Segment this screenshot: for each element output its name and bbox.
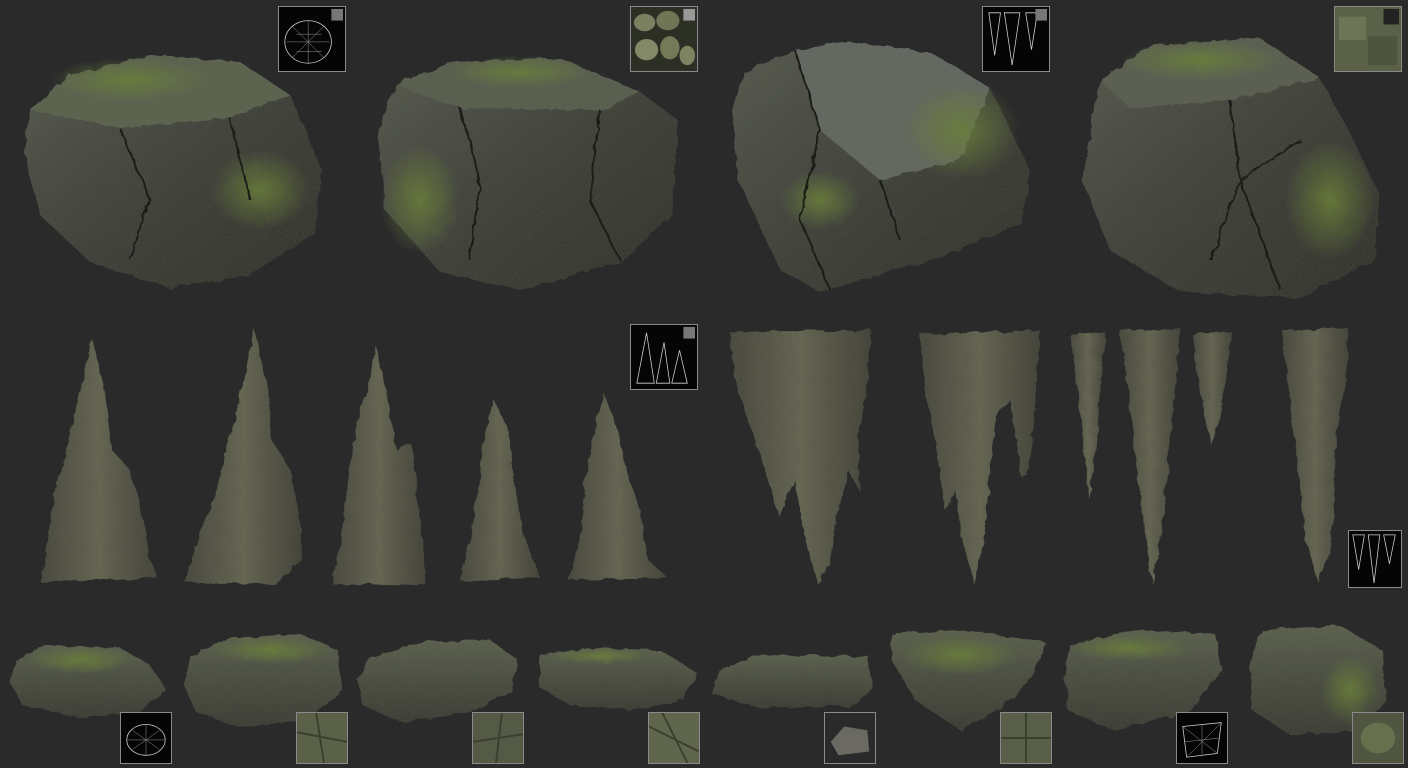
stalagmite-3 — [332, 346, 426, 585]
texture-icon — [1000, 712, 1052, 764]
stalactite-1 — [730, 330, 872, 584]
wireframe-icon — [278, 6, 346, 72]
stalactite-2 — [920, 330, 1040, 585]
flat-stone-3 — [358, 640, 518, 722]
stalagmite-4 — [460, 400, 540, 580]
texture-icon — [296, 712, 348, 764]
texture-icon — [1334, 6, 1402, 72]
wireframe-icon — [982, 6, 1050, 72]
flat-stone-1 — [10, 645, 166, 718]
flat-stone-4 — [540, 648, 696, 710]
texture-icon — [824, 712, 876, 764]
texture-icon — [648, 712, 700, 764]
boulder-4 — [1082, 38, 1380, 298]
stalagmite-5 — [568, 394, 668, 580]
wireframe-icon — [630, 324, 698, 390]
stalactite-6 — [1282, 328, 1348, 582]
asset-sheet — [10, 38, 1386, 735]
stalactite-5 — [1192, 332, 1232, 446]
stalactite-4 — [1120, 328, 1180, 584]
texture-icon — [472, 712, 524, 764]
wireframe-icon — [1176, 712, 1228, 764]
flat-stone-5 — [712, 655, 872, 708]
boulder-2 — [378, 56, 678, 290]
wireframe-icon — [1348, 530, 1402, 588]
wireframe-icon — [120, 712, 172, 764]
stalagmite-2 — [185, 328, 302, 585]
stalactite-3 — [1070, 332, 1106, 500]
texture-atlas-icon — [630, 6, 698, 72]
stalagmite-1 — [40, 338, 158, 582]
boulder-1 — [24, 55, 322, 288]
texture-icon — [1352, 712, 1404, 764]
boulder-3 — [732, 42, 1030, 292]
